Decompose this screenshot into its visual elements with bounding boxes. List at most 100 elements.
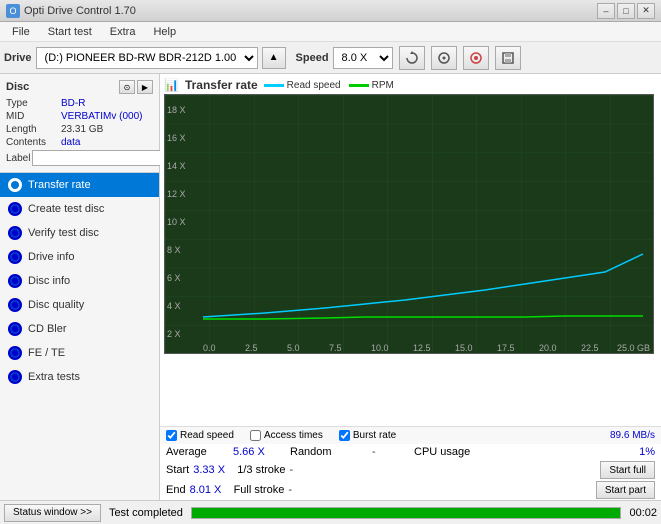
disc-icon-2[interactable]: ▶ (137, 80, 153, 94)
chart-title: Transfer rate (185, 78, 258, 92)
menu-file[interactable]: File (4, 24, 38, 40)
length-label: Length (6, 124, 61, 135)
disc-button[interactable] (431, 46, 457, 70)
burst-rate-checkbox-item: Burst rate (339, 430, 396, 441)
window-controls: – □ ✕ (597, 3, 655, 19)
legend-read-speed-color (264, 84, 284, 87)
read-speed-checkbox-item: Read speed (166, 430, 234, 441)
access-times-checkbox-item: Access times (250, 430, 323, 441)
read-speed-checkbox-label: Read speed (180, 430, 234, 441)
full-stroke-label: Full stroke (234, 484, 285, 496)
nav-extra-tests-label: Extra tests (28, 371, 80, 383)
drive-toolbar: Drive (D:) PIONEER BD-RW BDR-212D 1.00 ▲… (0, 42, 661, 74)
nav-list: Transfer rate Create test disc Verify te… (0, 173, 159, 500)
transfer-rate-icon (8, 178, 22, 192)
stats-row-3: End 8.01 X Full stroke - Start part (160, 480, 661, 500)
close-button[interactable]: ✕ (637, 3, 655, 19)
app-title: Opti Drive Control 1.70 (24, 5, 136, 17)
access-times-checkbox[interactable] (250, 430, 261, 441)
drive-select[interactable]: (D:) PIONEER BD-RW BDR-212D 1.00 (36, 47, 258, 69)
status-time: 00:02 (629, 507, 657, 519)
menu-help[interactable]: Help (145, 24, 184, 40)
contents-label: Contents (6, 137, 61, 148)
status-text: Test completed (109, 507, 183, 519)
disc-info-icon (8, 274, 22, 288)
nav-disc-info[interactable]: Disc info (0, 269, 159, 293)
svg-text:18 X: 18 X (167, 105, 186, 115)
drive-info-icon (8, 250, 22, 264)
app-icon: O (6, 4, 20, 18)
nav-transfer-rate[interactable]: Transfer rate (0, 173, 159, 197)
start-part-button[interactable]: Start part (596, 481, 655, 499)
disc-icon-1[interactable]: ⊙ (119, 80, 135, 94)
nav-disc-quality-label: Disc quality (28, 299, 84, 311)
nav-create-test-disc[interactable]: Create test disc (0, 197, 159, 221)
nav-create-test-disc-label: Create test disc (28, 203, 104, 215)
legend-read-speed-label: Read speed (287, 80, 341, 91)
disc-title: Disc (6, 81, 29, 93)
mid-value: VERBATIMv (000) (61, 111, 143, 122)
label-label: Label (6, 153, 30, 164)
legend-rpm-label: RPM (372, 80, 394, 91)
svg-text:7.5: 7.5 (329, 343, 342, 353)
nav-cd-bler-label: CD Bler (28, 323, 67, 335)
stats-row-2: Start 3.33 X 1/3 stroke - Start full (160, 460, 661, 480)
content-area: 📊 Transfer rate Read speed RPM (160, 74, 661, 500)
stroke-1-3-value: - (290, 464, 320, 476)
nav-cd-bler[interactable]: CD Bler (0, 317, 159, 341)
burst-rate-checkbox[interactable] (339, 430, 350, 441)
speed-label: Speed (296, 52, 329, 64)
minimize-button[interactable]: – (597, 3, 615, 19)
maximize-button[interactable]: □ (617, 3, 635, 19)
svg-text:10.0: 10.0 (371, 343, 389, 353)
svg-text:25.0 GB: 25.0 GB (617, 343, 650, 353)
svg-text:2.5: 2.5 (245, 343, 258, 353)
refresh-button[interactable] (399, 46, 425, 70)
mid-label: MID (6, 111, 61, 122)
nav-transfer-rate-label: Transfer rate (28, 179, 91, 191)
type-label: Type (6, 98, 61, 109)
nav-extra-tests[interactable]: Extra tests (0, 365, 159, 389)
nav-verify-test-disc[interactable]: Verify test disc (0, 221, 159, 245)
label-input[interactable] (32, 150, 166, 166)
start-stat-value: 3.33 X (193, 464, 233, 476)
sidebar: Disc ⊙ ▶ Type BD-R MID VERBATIMv (000) L… (0, 74, 160, 500)
speed-select[interactable]: 8.0 X (333, 47, 393, 69)
menu-bar: File Start test Extra Help (0, 22, 661, 42)
burst-rate-checkbox-label: Burst rate (353, 430, 396, 441)
eject-button[interactable]: ▲ (262, 47, 286, 69)
checkboxes-row: Read speed Access times Burst rate 89.6 … (160, 426, 661, 444)
nav-fe-te[interactable]: FE / TE (0, 341, 159, 365)
progress-bar-fill (192, 508, 621, 518)
contents-value: data (61, 137, 80, 148)
start-full-button[interactable]: Start full (600, 461, 655, 479)
svg-text:15.0: 15.0 (455, 343, 473, 353)
drive-label: Drive (4, 52, 32, 64)
status-window-button[interactable]: Status window >> (4, 504, 101, 522)
random-value: - (372, 446, 412, 458)
chart-title-bar: 📊 Transfer rate Read speed RPM (164, 78, 657, 92)
svg-text:12.5: 12.5 (413, 343, 431, 353)
fe-te-icon (8, 346, 22, 360)
svg-text:0.0: 0.0 (203, 343, 216, 353)
read-speed-checkbox[interactable] (166, 430, 177, 441)
cpu-usage-label: CPU usage (414, 446, 504, 458)
chart-title-icon: 📊 (164, 78, 179, 92)
menu-start-test[interactable]: Start test (40, 24, 100, 40)
cd-bler-icon (8, 322, 22, 336)
burn-button[interactable] (463, 46, 489, 70)
chart-svg: 18 X 16 X 14 X 12 X 10 X 8 X 6 X 4 X 2 X… (164, 94, 654, 354)
end-stat-value: 8.01 X (190, 484, 230, 496)
end-stat-label: End (166, 484, 186, 496)
nav-drive-info[interactable]: Drive info (0, 245, 159, 269)
svg-text:22.5: 22.5 (581, 343, 599, 353)
svg-text:5.0: 5.0 (287, 343, 300, 353)
chart-container: 📊 Transfer rate Read speed RPM (160, 74, 661, 426)
type-value: BD-R (61, 98, 85, 109)
svg-text:2 X: 2 X (167, 329, 181, 339)
legend-rpm-color (349, 84, 369, 87)
stats-row-1: Average 5.66 X Random - CPU usage 1% (160, 444, 661, 460)
menu-extra[interactable]: Extra (102, 24, 144, 40)
nav-disc-quality[interactable]: Disc quality (0, 293, 159, 317)
save-button[interactable] (495, 46, 521, 70)
